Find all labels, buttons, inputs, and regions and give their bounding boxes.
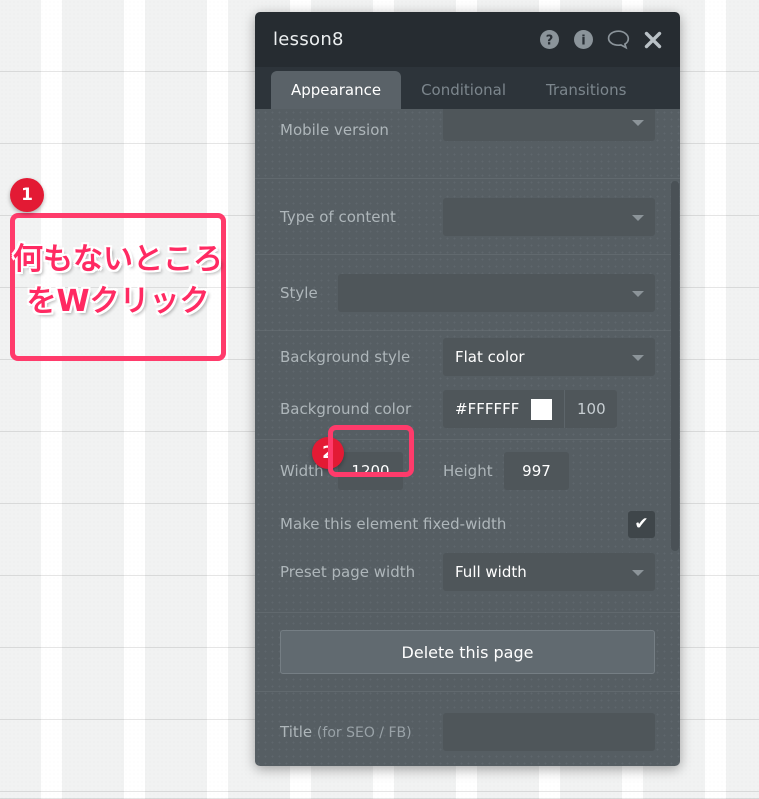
step-badge-2: 2: [312, 437, 344, 469]
row-mobile-version: Mobile version: [255, 109, 680, 151]
type-of-content-select[interactable]: [443, 197, 655, 236]
style-select[interactable]: [338, 273, 655, 312]
panel-body: Mobile version Type of content Style Bac…: [255, 109, 680, 766]
mobile-version-label: Mobile version: [280, 121, 389, 139]
color-swatch[interactable]: [531, 398, 553, 420]
row-preset-page-width: Preset page width Full width: [255, 546, 680, 598]
svg-text:i: i: [581, 34, 585, 49]
height-label: Height: [443, 462, 493, 480]
row-type-of-content: Type of content: [255, 179, 680, 254]
fixed-width-checkbox[interactable]: ✔: [628, 510, 655, 538]
panel-scrollbar[interactable]: [671, 109, 680, 766]
row-style: Style: [255, 255, 680, 330]
chevron-down-icon: [632, 570, 644, 576]
callout-text: 何もないところ をWクリック: [13, 242, 223, 319]
chevron-down-icon: [632, 120, 644, 126]
background-color-hex-input[interactable]: #FFFFFF: [443, 390, 565, 428]
background-color-group: #FFFFFF 100: [443, 390, 618, 428]
close-icon[interactable]: [643, 30, 663, 50]
preset-page-width-select[interactable]: Full width: [443, 553, 655, 591]
info-icon[interactable]: i: [573, 29, 594, 50]
background-color-label: Background color: [280, 400, 412, 418]
row-background-style: Background style Flat color: [255, 331, 680, 383]
width-input[interactable]: 1200: [338, 452, 403, 490]
chevron-down-icon: [632, 290, 644, 297]
title-seo-label: Title (for SEO / FB): [280, 723, 412, 741]
preset-page-width-label: Preset page width: [280, 563, 416, 581]
delete-this-page-button[interactable]: Delete this page: [280, 630, 655, 674]
title-seo-label-sub: (for SEO / FB): [316, 725, 412, 741]
panel-header-icons: ? i: [539, 29, 663, 50]
page-settings-panel: lesson8 ? i Appearance Conditional Trans…: [255, 12, 680, 766]
row-title-seo: Title (for SEO / FB): [255, 692, 680, 766]
fixed-width-label: Make this element fixed-width: [280, 515, 507, 533]
comment-icon[interactable]: [607, 29, 630, 50]
title-seo-label-main: Title: [280, 723, 317, 741]
chevron-down-icon: [632, 355, 644, 361]
background-style-select[interactable]: Flat color: [443, 338, 655, 376]
help-icon[interactable]: ?: [539, 29, 560, 50]
tab-conditional[interactable]: Conditional: [401, 71, 526, 109]
row-delete-page: Delete this page: [255, 613, 680, 691]
title-seo-input[interactable]: [443, 713, 655, 751]
panel-scrollbar-thumb[interactable]: [671, 181, 679, 551]
panel-title: lesson8: [273, 29, 344, 50]
callout-annotation-1: 何もないところ をWクリック: [10, 213, 226, 361]
tab-transitions[interactable]: Transitions: [526, 71, 646, 109]
mobile-version-select[interactable]: [443, 109, 655, 141]
preset-page-width-value: Full width: [455, 563, 527, 581]
panel-tabbar: Appearance Conditional Transitions: [255, 67, 680, 109]
style-label: Style: [280, 283, 318, 302]
type-of-content-label: Type of content: [280, 207, 396, 226]
background-style-value: Flat color: [455, 348, 525, 366]
svg-text:?: ?: [546, 34, 554, 49]
panel-header: lesson8 ? i: [255, 12, 680, 67]
height-input[interactable]: 997: [504, 452, 569, 490]
step-badge-1: 1: [10, 178, 44, 212]
background-color-opacity-input[interactable]: 100: [565, 390, 618, 428]
chevron-down-icon: [632, 214, 644, 221]
row-fixed-width: Make this element fixed-width ✔: [255, 502, 680, 546]
tab-appearance[interactable]: Appearance: [271, 71, 402, 109]
background-style-label: Background style: [280, 348, 411, 366]
background-color-hex-value: #FFFFFF: [455, 400, 520, 418]
row-background-color: Background color #FFFFFF 100: [255, 383, 680, 435]
